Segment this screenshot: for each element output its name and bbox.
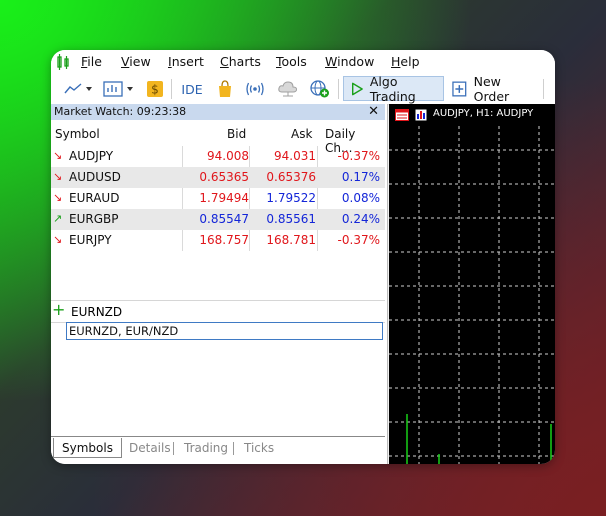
symbol-name: EURGBP bbox=[69, 212, 119, 226]
symbol-name: EURAUD bbox=[69, 191, 120, 205]
symbol-row[interactable]: ↗ EURGBP 0.85547 0.85561 0.24% bbox=[51, 209, 385, 230]
menu-bar: File View Insert Charts Tools Window Hel… bbox=[51, 50, 555, 74]
dollar-button[interactable]: $ bbox=[143, 78, 167, 100]
app-window: File View Insert Charts Tools Window Hel… bbox=[51, 50, 555, 464]
tab-symbols[interactable]: Symbols bbox=[53, 438, 122, 458]
bid-value: 94.008 bbox=[207, 149, 249, 163]
web-button[interactable] bbox=[307, 78, 333, 100]
line-chart-icon bbox=[64, 83, 92, 94]
chart-window[interactable]: AUDJPY, H1: AUDJPY bbox=[389, 104, 555, 464]
toolbar-separator bbox=[171, 79, 172, 99]
bid-value: 0.85547 bbox=[199, 212, 249, 226]
symbol-row[interactable]: ↘ EURJPY 168.757 168.781 -0.37% bbox=[51, 230, 385, 251]
menu-view[interactable]: View bbox=[121, 54, 151, 69]
ask-value: 168.781 bbox=[266, 233, 316, 247]
cloud-icon bbox=[278, 81, 298, 97]
globe-add-icon bbox=[310, 80, 329, 98]
market-watch-header: Symbol Bid Ask Daily Ch... bbox=[51, 122, 385, 155]
ask-value: 1.79522 bbox=[266, 191, 316, 205]
menu-charts[interactable]: Charts bbox=[220, 54, 261, 69]
toolbar-separator bbox=[543, 79, 544, 99]
ask-value: 0.85561 bbox=[266, 212, 316, 226]
bid-value: 1.79494 bbox=[199, 191, 249, 205]
menu-tools[interactable]: Tools bbox=[276, 54, 307, 69]
vps-button[interactable] bbox=[275, 78, 301, 100]
new-order-icon bbox=[452, 81, 467, 96]
menu-window[interactable]: Window bbox=[325, 54, 374, 69]
column-ask[interactable]: Ask bbox=[291, 127, 312, 141]
add-symbol-row: + bbox=[51, 300, 387, 323]
market-watch-title: Market Watch: 09:23:38 ✕ bbox=[51, 104, 385, 120]
symbol-name: AUDJPY bbox=[69, 149, 114, 163]
market-button[interactable] bbox=[213, 78, 237, 100]
menu-file[interactable]: File bbox=[81, 54, 102, 69]
arrow-down-icon: ↘ bbox=[53, 233, 63, 246]
market-watch-title-text: Market Watch: 09:23:38 bbox=[54, 105, 187, 118]
menu-help[interactable]: Help bbox=[391, 54, 420, 69]
play-icon bbox=[352, 82, 363, 95]
signals-button[interactable] bbox=[243, 78, 267, 100]
market-watch-tabs: Symbols Details Trading Ticks bbox=[51, 436, 385, 459]
market-watch-panel: Market Watch: 09:23:38 ✕ Symbol Bid Ask … bbox=[51, 104, 388, 464]
tab-details[interactable]: Details bbox=[129, 438, 171, 458]
tab-separator bbox=[233, 442, 234, 455]
algo-trading-button[interactable]: Algo Trading bbox=[343, 73, 444, 104]
daily-change-value: 0.08% bbox=[341, 191, 380, 205]
daily-change-value: 0.17% bbox=[341, 170, 380, 184]
symbol-row[interactable]: ↘ EURAUD 1.79494 1.79522 0.08% bbox=[51, 188, 385, 209]
symbol-suggestion[interactable]: EURNZD, EUR/NZD bbox=[66, 322, 383, 340]
arrow-down-icon: ↘ bbox=[53, 170, 63, 183]
shopping-bag-icon bbox=[219, 80, 231, 97]
bar-chart-icon bbox=[103, 81, 133, 97]
daily-change-value: -0.37% bbox=[337, 233, 380, 247]
symbol-name: AUDUSD bbox=[69, 170, 121, 184]
bid-value: 0.65365 bbox=[199, 170, 249, 184]
bid-value: 168.757 bbox=[199, 233, 249, 247]
arrow-up-icon: ↗ bbox=[53, 212, 63, 225]
toolbar-separator bbox=[338, 79, 339, 99]
column-symbol[interactable]: Symbol bbox=[55, 127, 100, 141]
column-bid[interactable]: Bid bbox=[227, 127, 246, 141]
arrow-down-icon: ↘ bbox=[53, 191, 63, 204]
tab-trading[interactable]: Trading bbox=[184, 438, 228, 458]
ask-value: 0.65376 bbox=[266, 170, 316, 184]
menu-insert[interactable]: Insert bbox=[168, 54, 204, 69]
ask-value: 94.031 bbox=[274, 149, 316, 163]
tab-ticks[interactable]: Ticks bbox=[244, 438, 274, 458]
symbol-row[interactable]: ↘ AUDJPY 94.008 94.031 -0.37% bbox=[51, 146, 385, 167]
svg-text:$: $ bbox=[151, 83, 159, 97]
plus-icon: + bbox=[52, 300, 66, 319]
algo-trading-label: Algo Trading bbox=[369, 73, 416, 104]
timeframe-button[interactable] bbox=[101, 78, 137, 100]
tab-separator bbox=[173, 442, 174, 455]
chart-type-button[interactable] bbox=[59, 78, 97, 100]
symbol-row[interactable]: ↘ AUDUSD 0.65365 0.65376 0.17% bbox=[51, 167, 385, 188]
new-order-button[interactable]: New Order bbox=[451, 73, 539, 104]
toolbar: $ IDE Algo Trading New Order bbox=[51, 74, 555, 105]
ide-button[interactable]: IDE bbox=[177, 78, 207, 100]
arrow-down-icon: ↘ bbox=[53, 149, 63, 162]
chart-grid bbox=[389, 126, 555, 464]
new-order-label: New Order bbox=[473, 73, 510, 104]
daily-change-value: -0.37% bbox=[337, 149, 380, 163]
dollar-icon: $ bbox=[147, 81, 163, 97]
app-logo-icon bbox=[57, 54, 69, 70]
add-symbol-input[interactable] bbox=[69, 301, 387, 322]
symbol-name: EURJPY bbox=[69, 233, 112, 247]
signal-icon bbox=[246, 82, 264, 96]
close-icon[interactable]: ✕ bbox=[368, 104, 379, 120]
daily-change-value: 0.24% bbox=[341, 212, 380, 226]
